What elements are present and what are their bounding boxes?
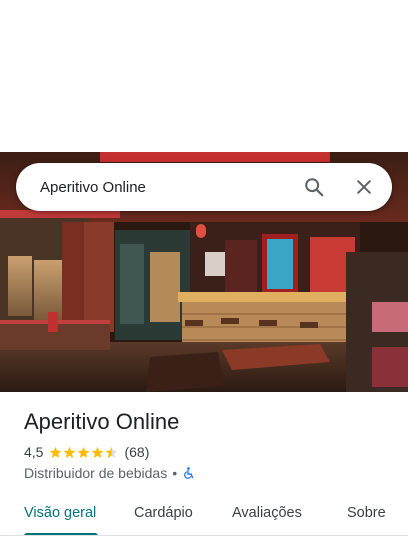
tab-reviews[interactable]: Avaliações [232, 505, 302, 521]
search-bar[interactable]: Aperitivo Online [16, 163, 392, 211]
tab-overview[interactable]: Visão geral [24, 505, 96, 521]
star-icon [64, 446, 76, 458]
place-category[interactable]: Distribuidor de bebidas [24, 465, 167, 481]
star-rating [49, 446, 119, 459]
star-icon [78, 446, 90, 458]
tabs-divider [0, 535, 408, 536]
wheelchair-icon[interactable] [182, 466, 195, 480]
review-count[interactable]: (68) [124, 444, 149, 460]
star-icon [92, 446, 104, 458]
place-title: Aperitivo Online [24, 409, 180, 434]
place-tabs: Visão geral Cardápio Avaliações Sobre [0, 495, 408, 536]
close-button[interactable] [350, 173, 378, 201]
star-half-icon [106, 446, 118, 458]
category-row: Distribuidor de bebidas • [24, 465, 195, 481]
search-icon [305, 178, 324, 197]
rating-row[interactable]: 4,5 (68) [24, 444, 149, 460]
map-blank-area [0, 0, 408, 152]
search-input[interactable]: Aperitivo Online [40, 179, 300, 196]
tab-about[interactable]: Sobre [347, 505, 386, 521]
separator-dot: • [172, 465, 178, 481]
rating-value: 4,5 [24, 444, 44, 460]
star-icon [50, 446, 62, 458]
search-button[interactable] [300, 173, 328, 201]
close-icon [357, 180, 371, 194]
tab-menu[interactable]: Cardápio [134, 505, 193, 521]
